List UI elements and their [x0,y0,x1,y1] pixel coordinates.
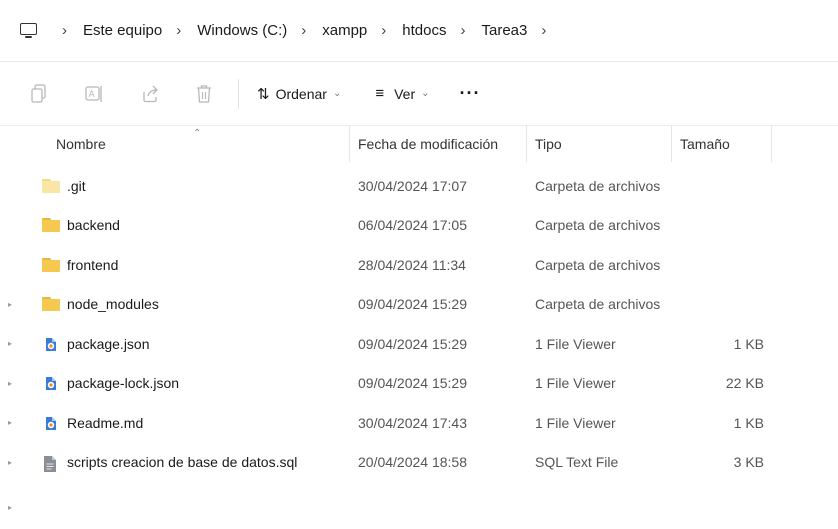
rename-icon[interactable]: A [85,84,103,104]
file-type: SQL Text File [535,454,619,471]
list-item[interactable]: ▸ Readme.md 30/04/2024 17:43 1 File View… [0,403,838,443]
file-type: Carpeta de archivos [535,217,661,234]
chevron-right-icon[interactable]: › [62,22,67,39]
folder-icon [42,297,60,312]
breadcrumb-item-xampp[interactable]: xampp [322,22,367,39]
file-name: package.json [67,335,150,352]
folder-icon [42,218,60,233]
list-item[interactable]: ▸ package.json 09/04/2024 15:29 1 File V… [0,324,838,364]
breadcrumb: › Este equipo › Windows (C:) › xampp › h… [48,22,546,39]
list-item[interactable]: ▸ package-lock.json 09/04/2024 15:29 1 F… [0,364,838,404]
breadcrumb-item-este-equipo[interactable]: Este equipo [83,22,162,39]
expand-chevron-icon[interactable]: ▸ [8,443,12,483]
breadcrumb-item-windows[interactable]: Windows (C:) [197,22,287,39]
svg-text:A: A [89,90,96,100]
sort-icon: ⇅ [257,85,270,103]
expand-chevron-icon[interactable]: ▸ [8,488,12,528]
breadcrumb-item-htdocs[interactable]: htdocs [402,22,446,39]
sort-label: Ordenar [275,85,327,102]
file-date: 28/04/2024 11:34 [358,256,466,273]
chevron-down-icon: ⌄ [332,88,342,99]
chevron-right-icon[interactable]: › [460,22,465,39]
file-name: node_modules [67,296,159,313]
expand-chevron-icon[interactable]: ▸ [8,285,12,325]
column-name[interactable]: Nombre [48,126,350,162]
toolbar-divider [238,78,239,109]
file-size: 1 KB [733,335,764,352]
file-type: 1 File Viewer [535,375,616,392]
file-size: 3 KB [733,454,764,471]
expand-chevron-icon[interactable]: ▸ [8,403,12,443]
computer-icon[interactable] [20,22,38,39]
file-type: 1 File Viewer [535,335,616,352]
list-item[interactable]: ▸ node_modules 09/04/2024 15:29 Carpeta … [0,285,838,325]
list-item[interactable]: frontend 28/04/2024 11:34 Carpeta de arc… [0,245,838,285]
file-size: 1 KB [733,414,764,431]
file-name: backend [67,217,120,234]
list-item[interactable]: .git 30/04/2024 17:07 Carpeta de archivo… [0,166,838,206]
file-size [670,206,764,246]
file-viewer-icon [42,376,60,391]
address-bar[interactable]: › Este equipo › Windows (C:) › xampp › h… [0,0,838,62]
expand-chevron-icon[interactable]: ▸ [8,324,12,364]
view-icon: ≡ [375,85,385,102]
folder-icon [42,257,60,272]
sql-file-icon [42,455,60,473]
file-date: 30/04/2024 17:43 [358,414,467,431]
file-name: scripts creacion de base de datos.sql [67,454,298,471]
delete-icon[interactable] [195,84,213,104]
more-options-button[interactable]: ··· [460,83,481,104]
file-viewer-icon [42,337,60,351]
file-type: Carpeta de archivos [535,177,661,194]
file-size [670,166,764,206]
file-size [670,285,764,325]
file-list: .git 30/04/2024 17:07 Carpeta de archivo… [0,166,838,482]
file-type: Carpeta de archivos [535,296,661,313]
sort-button[interactable]: ⇅ Ordenar ⌄ [257,85,341,103]
file-name: frontend [67,256,119,273]
file-size [670,245,764,285]
breadcrumb-item-tarea3[interactable]: Tarea3 [481,22,527,39]
file-viewer-icon [42,416,60,430]
chevron-right-icon[interactable]: › [541,22,546,39]
file-date: 09/04/2024 15:29 [358,335,467,352]
file-name: .git [67,177,86,194]
chevron-right-icon[interactable]: › [176,22,181,39]
chevron-right-icon[interactable]: › [301,22,306,39]
command-bar: A ⇅ Ordenar ⌄ ≡ Ver ⌄ ··· [0,62,838,126]
file-name: package-lock.json [67,375,180,392]
file-type: 1 File Viewer [535,414,616,431]
copy-icon[interactable] [30,83,48,104]
column-date[interactable]: Fecha de modificación [350,126,527,162]
share-icon[interactable] [140,84,158,104]
file-date: 30/04/2024 17:07 [358,177,467,194]
folder-icon [42,178,60,193]
file-name: Readme.md [67,414,144,431]
expand-chevron-icon[interactable]: ▸ [8,364,12,404]
column-type[interactable]: Tipo [527,126,672,162]
list-item[interactable]: backend 06/04/2024 17:05 Carpeta de arch… [0,206,838,246]
column-size[interactable]: Tamaño [672,126,772,162]
view-button[interactable]: ≡ Ver ⌄ [375,85,429,102]
chevron-down-icon: ⌄ [421,88,430,99]
list-item[interactable]: ▸ scripts creacion de base de datos.sql … [0,443,838,483]
column-header: ⌃ Nombre Fecha de modificación Tipo Tama… [0,126,838,162]
chevron-right-icon[interactable]: › [381,22,386,39]
file-date: 09/04/2024 15:29 [358,296,467,313]
file-date: 20/04/2024 18:58 [358,454,467,471]
file-date: 09/04/2024 15:29 [358,375,467,392]
file-size: 22 KB [725,375,764,392]
view-label: Ver [394,85,416,102]
file-type: Carpeta de archivos [535,256,661,273]
file-date: 06/04/2024 17:05 [358,217,467,234]
